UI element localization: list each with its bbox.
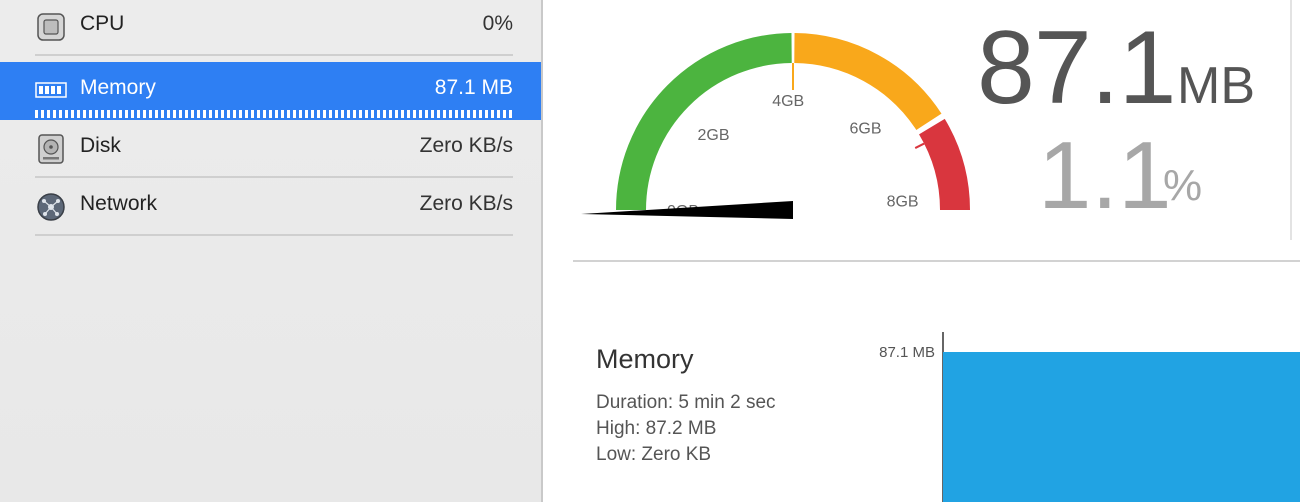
sidebar-item-value: Zero KB/s	[419, 134, 513, 157]
hard-disk-icon	[35, 133, 67, 165]
network-globe-icon	[35, 191, 67, 223]
sidebar-item-label: Network	[80, 192, 158, 215]
cpu-chip-icon	[35, 11, 67, 43]
sidebar-item-value: 87.1 MB	[434, 76, 513, 99]
sidebar-item-label: CPU	[80, 12, 125, 35]
sidebar-item-disk[interactable]: Disk Zero KB/s	[0, 120, 541, 178]
sidebar-item-value: Zero KB/s	[419, 192, 513, 215]
gauge-tick-7gb	[914, 142, 925, 149]
sidebar-item-memory[interactable]: Memory 87.1 MB	[0, 62, 541, 120]
divider	[35, 54, 513, 56]
stat-low: Low: Zero KB	[596, 444, 712, 465]
memory-used-value: 87.1	[977, 10, 1176, 126]
sidebar-item-cpu[interactable]: CPU 0%	[0, 0, 541, 56]
memory-usage-strip	[35, 110, 513, 118]
sidebar-item-label: Disk	[80, 134, 121, 157]
memory-percent-value: 1.1	[1038, 122, 1172, 229]
gauge-tick-label-4gb: 4GB	[772, 93, 804, 110]
gauge-arc-orange	[793, 33, 942, 131]
memory-history-chart: 87.1 MB	[879, 332, 1300, 502]
divider	[35, 234, 513, 236]
stat-high: High: 87.2 MB	[596, 418, 717, 439]
main-panel: 0GB 2GB 4GB 6GB 8GB 87.1 MB 1.1 % Memory…	[543, 0, 1300, 502]
sidebar-item-value: 0%	[482, 12, 513, 35]
gauge-tick-label-2gb: 2GB	[697, 127, 729, 144]
gauge-tick-label-6gb: 6GB	[849, 120, 881, 137]
sidebar-item-label: Memory	[80, 76, 156, 99]
gauge-arc-red	[918, 118, 970, 211]
stat-duration: Duration: 5 min 2 sec	[596, 392, 776, 413]
chart-area-fill	[943, 352, 1300, 502]
gauge-tick-label-8gb: 8GB	[887, 193, 919, 210]
horizontal-divider	[573, 260, 1300, 262]
vertical-divider	[1290, 0, 1292, 240]
memory-module-icon	[35, 75, 67, 107]
sidebar: CPU 0% Memory 87.1 MB Disk Zero KB/s Net…	[0, 0, 543, 502]
stats-title: Memory	[596, 344, 694, 374]
memory-used-unit: MB	[1177, 57, 1255, 115]
chart-top-label: 87.1 MB	[879, 344, 935, 361]
memory-gauge: 0GB 2GB 4GB 6GB 8GB	[581, 33, 970, 220]
memory-percent-unit: %	[1163, 161, 1203, 210]
sidebar-item-network[interactable]: Network Zero KB/s	[0, 178, 541, 236]
